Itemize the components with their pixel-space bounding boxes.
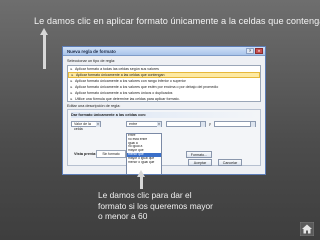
condition-combo[interactable]: Valor de la celda ▾	[71, 121, 101, 131]
new-format-rule-dialog: Nueva regla de formato ? × Seleccionar u…	[62, 46, 266, 175]
edit-header: Dar formato únicamente a las celdas con:	[71, 112, 257, 118]
operator-option[interactable]: menor o igual que	[127, 161, 161, 165]
caption-top: Le damos clic en aplicar formato únicame…	[34, 16, 320, 26]
value-from-input[interactable]	[166, 121, 206, 127]
help-button[interactable]: ?	[246, 48, 254, 54]
triangle-right-icon: ►	[70, 97, 73, 101]
ok-button[interactable]: Aceptar	[188, 159, 212, 166]
edit-rule-panel: Dar formato únicamente a las celdas con:…	[67, 109, 261, 166]
cancel-button[interactable]: Cancelar	[218, 159, 242, 166]
and-label: y	[209, 122, 211, 126]
select-rule-type-label: Seleccionar un tipo de regla:	[67, 59, 116, 63]
preview-box: Sin formato	[96, 150, 126, 158]
close-button[interactable]: ×	[255, 48, 263, 54]
range-picker-icon	[250, 122, 255, 127]
rule-type-item-5[interactable]: ► Utilice una fórmula que determine las c…	[68, 96, 260, 102]
range-picker-icon	[200, 122, 205, 127]
edit-rule-label: Editar una descripción de regla:	[67, 104, 121, 108]
preview-label: Vista previa:	[74, 152, 97, 156]
operator-combo[interactable]: entre ▾	[126, 121, 162, 127]
caption-bottom: Le damos clic para dar el formato si los…	[98, 190, 213, 222]
format-button[interactable]: Formato...	[186, 151, 212, 158]
chevron-down-icon: ▾	[96, 122, 100, 127]
dialog-titlebar: Nueva regla de formato ? ×	[63, 47, 265, 56]
operator-dropdown-list: entre no está entre igual a no igual a m…	[126, 133, 162, 174]
chevron-down-icon: ▾	[157, 122, 161, 127]
rule-type-list: ► Aplicar formato a todas las celdas segú…	[67, 65, 261, 102]
dialog-title: Nueva regla de formato	[67, 48, 116, 54]
value-to-input[interactable]	[214, 121, 256, 127]
home-icon[interactable]	[300, 222, 314, 236]
triangle-right-icon: ►	[70, 67, 73, 71]
